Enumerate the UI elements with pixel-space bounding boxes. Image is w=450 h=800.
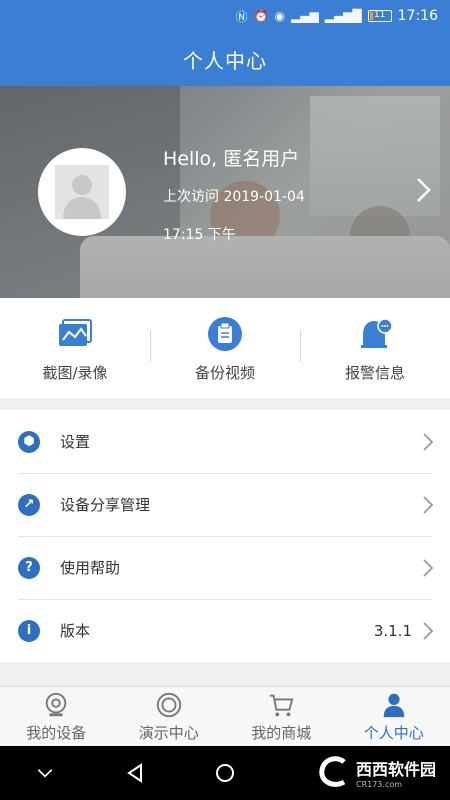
back-button[interactable] (90, 746, 180, 800)
page-title: 个人中心 (0, 32, 450, 86)
quick-action-label: 截图/录像 (42, 363, 108, 382)
eye-icon: ◉ (274, 9, 286, 23)
tab-label: 我的设备 (26, 724, 87, 742)
demo-icon (154, 690, 184, 720)
tab-my-devices[interactable]: 我的设备 (0, 687, 113, 746)
quick-action-alarm[interactable]: 报警信息 (300, 298, 450, 398)
signal-4g-icon: ▂▄▆█ (324, 9, 362, 23)
quick-action-backup[interactable]: 备份视频 (150, 298, 300, 398)
status-time: 17:16 (397, 8, 438, 24)
chevron-right-icon[interactable] (414, 176, 434, 204)
default-avatar-icon (55, 165, 109, 219)
gear-icon: ⬢ (18, 430, 40, 453)
menu-item-version[interactable]: i 版本 3.1.1 (0, 599, 450, 662)
quick-action-label: 备份视频 (194, 363, 255, 382)
tab-label: 个人中心 (363, 724, 424, 742)
nfc-icon: Ⓝ (235, 9, 248, 24)
alarm-bell-icon (355, 314, 395, 354)
watermark-subtext: CR173.com (355, 779, 403, 789)
tab-my-store[interactable]: 我的商城 (225, 687, 338, 746)
menu-item-share[interactable]: ↗ 设备分享管理 (0, 473, 450, 536)
quick-action-label: 报警信息 (344, 363, 405, 382)
last-visit-time: 17:15 下午 (163, 227, 236, 243)
menu-item-label: 版本 (60, 622, 91, 640)
battery-icon: 11 (367, 10, 392, 22)
chevron-right-icon (423, 621, 434, 640)
chevron-right-icon (423, 432, 434, 451)
tab-demo-center[interactable]: 演示中心 (113, 687, 226, 746)
home-button[interactable] (180, 746, 270, 800)
share-icon: ↗ (18, 493, 40, 516)
home-circle-icon (216, 764, 234, 782)
tab-label: 演示中心 (138, 724, 199, 742)
watermark-logo: 西西软件园 CR173.com (316, 754, 436, 790)
quick-actions: 截图/录像 备份视频 报警信息 (0, 298, 450, 398)
hide-nav-button[interactable] (0, 746, 90, 800)
watermark-text: 西西软件园 (355, 759, 436, 779)
backup-video-icon (205, 314, 245, 354)
settings-menu: ⬢ 设置 ↗ 设备分享管理 ? 使用帮助 i 版本 3.1.1 (0, 410, 450, 662)
help-icon: ? (18, 556, 40, 579)
alarm-icon: ⏰ (253, 9, 269, 23)
chevron-down-icon (37, 769, 53, 778)
menu-item-settings[interactable]: ⬢ 设置 (0, 410, 450, 473)
chevron-right-icon (423, 495, 434, 514)
bottom-nav: 我的设备 演示中心 我的商城 个人中心 (0, 686, 450, 746)
signal-2g-icon: ▂▄▆ (291, 9, 319, 23)
person-icon (379, 690, 409, 720)
last-visit: 上次访问 2019-01-04 (163, 189, 305, 205)
tab-label: 我的商城 (251, 724, 312, 742)
quick-action-screenshot[interactable]: 截图/录像 (0, 298, 150, 398)
watermark-icon (319, 756, 346, 787)
version-value: 3.1.1 (373, 621, 412, 640)
battery-label: 11 (373, 10, 386, 20)
device-icon (41, 690, 71, 720)
status-bar: Ⓝ ⏰ ◉ ▂▄▆ ▂▄▆█ 11 17:16 (0, 0, 450, 32)
cart-icon (266, 690, 296, 720)
back-triangle-icon (127, 763, 142, 783)
menu-item-label: 使用帮助 (60, 559, 121, 577)
profile-banner[interactable]: Hello, 匿名用户 上次访问 2019-01-04 17:15 下午 (0, 86, 450, 298)
chevron-right-icon (423, 558, 434, 577)
greeting: Hello, 匿名用户 (163, 148, 300, 170)
screenshot-icon (55, 314, 95, 354)
avatar[interactable] (38, 148, 126, 236)
menu-item-help[interactable]: ? 使用帮助 (0, 536, 450, 599)
tab-personal-center[interactable]: 个人中心 (338, 687, 450, 746)
menu-item-label: 设备分享管理 (60, 496, 151, 514)
menu-item-label: 设置 (60, 433, 91, 451)
info-icon: i (18, 619, 40, 642)
